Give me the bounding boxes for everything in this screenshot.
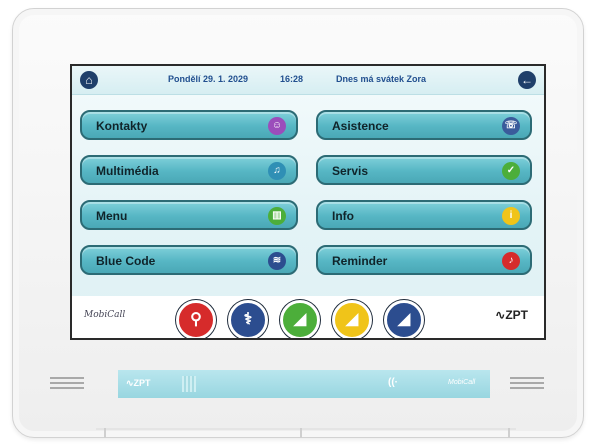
book-icon: ▥ [268,207,286,225]
zpt-logo: ∿ZPT [495,308,528,322]
panel-zpt-logo: ∿ZPT [126,378,151,388]
time-text: 16:28 [280,74,304,84]
call-indicator-icon[interactable]: ((· [388,377,398,388]
touch-screen: ⌂ Pondělí 29. 1. 2029 16:28 Dnes má svát… [70,64,546,340]
info-label: Info [332,209,354,223]
device-foot-center [300,428,302,438]
multimedia-button[interactable]: Multimédia ♫ [80,155,298,185]
info-icon: i [502,207,520,225]
device-base-line [96,428,516,430]
yellow-call-icon[interactable]: ◢ [332,300,372,338]
speaker-grill-right [510,382,544,384]
device-foot-right [508,428,510,438]
zpt-logo-text: ZPT [505,308,528,322]
quick-action-strip: MobiCall ⚲ ⚕ ◢ ◢ ◢ ∿ZPT [72,296,544,338]
music-note-icon: ♫ [268,162,286,180]
panel-mobicall-logo: MobiCall [448,379,476,386]
menu-button[interactable]: Menu ▥ [80,200,298,230]
green-call-icon[interactable]: ◢ [280,300,320,338]
asistence-button[interactable]: Asistence ☏ [316,110,532,140]
speaker-grill-right [510,377,544,379]
speaker-grill-left [50,377,84,379]
servis-button[interactable]: Servis ✓ [316,155,532,185]
device-foot-left [104,428,106,438]
mobicall-logo: MobiCall [84,310,126,320]
blue-code-label: Blue Code [96,254,156,268]
speaker-grill-left [50,387,84,389]
panel-zpt-text: ZPT [133,378,151,388]
menu-label: Menu [96,209,128,223]
multimedia-label: Multimédia [96,164,159,178]
speaker-grill-left [50,382,84,384]
info-button[interactable]: Info i [316,200,532,230]
blue-code-button[interactable]: Blue Code ≋ [80,245,298,275]
nameday-text: Dnes má svátek Zora [336,74,427,84]
back-arrow-icon[interactable]: ← [518,71,536,89]
checkmark-icon: ✓ [502,162,520,180]
servis-label: Servis [332,164,369,178]
medical-caduceus-icon[interactable]: ⚕ [228,300,268,338]
reminder-label: Reminder [332,254,388,268]
bell-icon: ♪ [502,252,520,270]
blue-call-icon[interactable]: ◢ [384,300,424,338]
status-bar: ⌂ Pondělí 29. 1. 2029 16:28 Dnes má svát… [72,66,544,95]
asistence-label: Asistence [332,119,389,133]
kontakty-label: Kontakty [96,119,148,133]
date-text: Pondělí 29. 1. 2029 [168,74,249,84]
kontakty-button[interactable]: Kontakty ☺ [80,110,298,140]
emergency-person-icon[interactable]: ⚲ [176,300,216,338]
contacts-icon: ☺ [268,117,286,135]
lower-control-panel: ∿ZPT ((· MobiCall [118,370,490,398]
assistance-icon: ☏ [502,117,520,135]
speaker-grill-right [510,387,544,389]
qr-code-icon [182,376,196,392]
home-icon[interactable]: ⌂ [80,71,98,89]
reminder-button[interactable]: Reminder ♪ [316,245,532,275]
wifi-icon: ≋ [268,252,286,270]
